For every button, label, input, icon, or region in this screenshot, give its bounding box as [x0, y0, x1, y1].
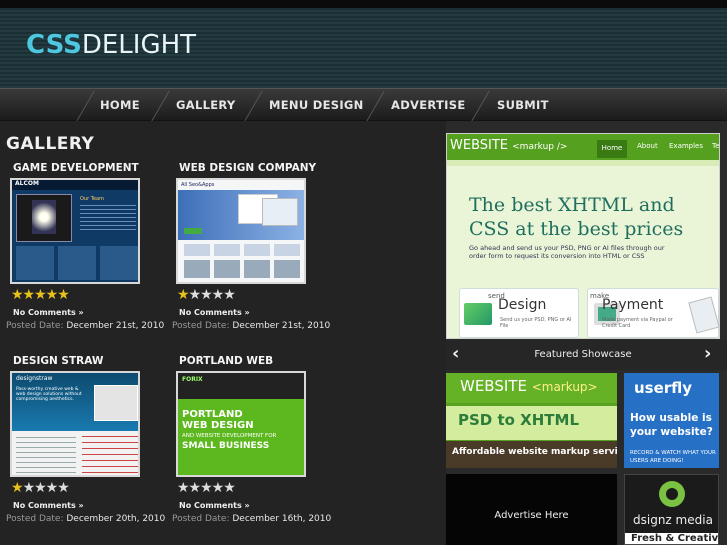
post-date: Posted Date: December 21st, 2010: [172, 321, 331, 331]
featured-logo: WEBSITE <markup />: [450, 138, 568, 153]
ad-headline: PSD to XHTML: [458, 411, 580, 429]
thumb-tagline: Pass-worthy creative web & web design so…: [16, 387, 82, 402]
post-thumbnail[interactable]: ALCOM Our Team: [10, 178, 140, 284]
page-title: GALLERY: [6, 134, 95, 154]
star-rating[interactable]: ★★★★★: [11, 480, 70, 496]
ad-question: How usable is your website?: [630, 412, 713, 438]
post-title[interactable]: WEB DESIGN COMPANY: [179, 162, 339, 174]
nav-separator: [151, 91, 170, 121]
thumb-logo: FORIX: [182, 376, 203, 383]
top-strip: [0, 0, 727, 8]
featured-caption: Featured Showcase: [534, 349, 632, 360]
thumb-logo: All Seo&Apps: [181, 182, 215, 188]
star-rating[interactable]: ★★★★★: [177, 287, 236, 303]
thumb-logo: designstraw: [16, 375, 53, 382]
post-thumbnail[interactable]: All Seo&Apps: [176, 178, 306, 284]
nav-home[interactable]: HOME: [100, 89, 140, 122]
featured-caption-bar: ‹ Featured Showcase ›: [446, 340, 727, 370]
nav-separator: [366, 91, 385, 121]
ad-dsignz-media[interactable]: dsignz media Fresh & Creative: [624, 474, 719, 545]
post-date: Posted Date: December 16th, 2010: [172, 514, 332, 524]
comments-link[interactable]: No Comments »: [13, 501, 84, 510]
ad-tagline: Affordable website markup service: [452, 447, 617, 457]
make-payment-card[interactable]: make Payment Make payment via Paypal or …: [587, 288, 719, 338]
ad-logo: userfly: [634, 379, 693, 397]
site-logo[interactable]: CSSDELIGHT: [26, 30, 196, 60]
featured-tab[interactable]: About: [637, 142, 658, 150]
featured-showcase[interactable]: WEBSITE <markup /> Home About Examples T…: [446, 133, 720, 339]
comments-link[interactable]: No Comments »: [179, 501, 250, 510]
nav-separator: [471, 91, 490, 121]
thumb-heading: Our Team: [80, 196, 104, 202]
ad-label: Advertise Here: [494, 510, 569, 521]
nav-menu-design[interactable]: MENU DESIGN: [269, 89, 364, 122]
ad-advertise-here[interactable]: Advertise Here: [446, 474, 617, 545]
ad-website-markup[interactable]: WEBSITE <markup> PSD to XHTML Affordable…: [446, 373, 617, 468]
nav-separator: [76, 91, 95, 121]
ad-note: RECORD & WATCH WHAT YOUR USERS ARE DOING…: [630, 450, 716, 464]
main-nav: HOME GALLERY MENU DESIGN ADVERTISE SUBMI…: [0, 88, 727, 121]
comments-link[interactable]: No Comments »: [179, 308, 250, 317]
thumb-line3: AND WEBSITE DEVELOPMENT FOR: [182, 433, 277, 439]
ad-userfly[interactable]: userfly How usable is your website? RECO…: [624, 373, 719, 468]
featured-headline-2: CSS at the best prices: [469, 218, 684, 240]
logo-css: CSS: [26, 30, 82, 60]
send-design-card[interactable]: send Design Send us your PSD, PNG or AI …: [459, 288, 579, 338]
nav-separator: [244, 91, 263, 121]
post-thumbnail[interactable]: FORIX PORTLAND WEB DESIGN AND WEBSITE DE…: [176, 371, 306, 477]
star-rating[interactable]: ★★★★★: [11, 287, 70, 303]
featured-body: Go ahead and send us your PSD, PNG or AI…: [469, 244, 665, 260]
featured-tab[interactable]: Te: [712, 142, 719, 150]
post-thumbnail[interactable]: designstraw Pass-worthy creative web & w…: [10, 371, 140, 477]
thumb-logo: ALCOM: [15, 180, 39, 187]
post-title[interactable]: DESIGN STRAW: [13, 355, 173, 367]
logo-delight: DELIGHT: [81, 30, 197, 60]
post-date: Posted Date: December 21st, 2010: [6, 321, 165, 331]
nav-submit[interactable]: SUBMIT: [497, 89, 549, 122]
thumb-line2: WEB DESIGN: [182, 420, 254, 431]
featured-tab[interactable]: Home: [597, 140, 627, 158]
featured-headline-1: The best XHTML and: [469, 194, 675, 216]
post-date: Posted Date: December 20th, 2010: [6, 514, 166, 524]
next-arrow-icon[interactable]: ›: [704, 343, 711, 364]
nav-gallery[interactable]: GALLERY: [176, 89, 236, 122]
nav-advertise[interactable]: ADVERTISE: [391, 89, 466, 122]
comments-link[interactable]: No Comments »: [13, 308, 84, 317]
star-rating[interactable]: ★★★★★: [177, 480, 236, 496]
thumb-line4: SMALL BUSINESS: [182, 441, 270, 451]
ad-logo: WEBSITE <markup>: [460, 377, 598, 395]
thumb-line1: PORTLAND: [182, 409, 243, 420]
ad-logo: dsignz media: [633, 513, 713, 527]
post-title[interactable]: GAME DEVELOPMENT: [13, 162, 173, 174]
ad-tagline: Fresh & Creative: [631, 533, 719, 544]
featured-tab[interactable]: Examples: [669, 142, 703, 150]
post-title[interactable]: PORTLAND WEB: [179, 355, 339, 367]
site-header: CSSDELIGHT: [0, 8, 727, 88]
